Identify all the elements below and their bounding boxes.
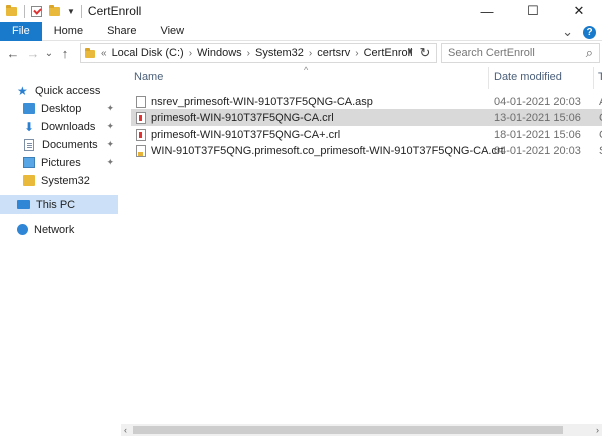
scroll-left-icon[interactable]: ‹ (124, 425, 127, 435)
customize-toolbar-icon[interactable]: ▼ (67, 7, 75, 16)
breadcrumb-local-disk[interactable]: Local Disk (C:) (112, 47, 184, 59)
address-bar[interactable]: « Local Disk (C:) › Windows › System32 ›… (80, 43, 437, 63)
sidebar-item-desktop[interactable]: Desktop ✦ (0, 99, 118, 118)
back-button[interactable]: ← (3, 43, 23, 63)
tab-view[interactable]: View (148, 22, 196, 41)
navigation-bar: ← → ⌄ ↑ « Local Disk (C:) › Windows › Sy… (0, 41, 602, 65)
chevron-right-icon: › (188, 47, 193, 59)
refresh-button[interactable]: ↻ (416, 44, 434, 62)
sidebar-item-label: Pictures (41, 156, 81, 169)
sidebar-item-system32[interactable]: System32 (0, 171, 118, 190)
tab-home[interactable]: Home (42, 22, 95, 41)
navigation-pane: ★ Quick access Desktop ✦ ⬇ Downloads ✦ D… (0, 67, 118, 436)
crl-file-icon (136, 128, 146, 141)
maximize-button[interactable]: ☐ (510, 0, 556, 22)
sidebar-item-quick-access[interactable]: ★ Quick access (0, 81, 118, 100)
new-folder-icon[interactable] (49, 4, 60, 16)
file-icon (136, 95, 146, 108)
window-controls: — ☐ ✕ (464, 0, 602, 22)
tab-share[interactable]: Share (95, 22, 148, 41)
pin-icon[interactable]: ✦ (106, 121, 114, 132)
file-name: primesoft-WIN-910T37F5QNG-CA+.crl (151, 128, 341, 141)
toolbar-divider (80, 4, 82, 18)
window-title: CertEnroll (87, 4, 142, 18)
minimize-button[interactable]: — (464, 0, 510, 22)
ribbon-actions: ⌄ ? (562, 24, 596, 40)
computer-icon (17, 200, 30, 209)
title-bar: ▼ CertEnroll — ☐ ✕ (0, 0, 602, 22)
file-name: nsrev_primesoft-WIN-910T37F5QNG-CA.asp (151, 95, 373, 108)
breadcrumb-windows[interactable]: Windows (197, 47, 242, 59)
tab-file[interactable]: File (0, 21, 42, 41)
sidebar-item-this-pc[interactable]: This PC (0, 195, 118, 214)
folder-icon (85, 48, 95, 58)
search-icon: ⌕ (585, 45, 593, 60)
documents-icon (24, 138, 34, 151)
sidebar-item-pictures[interactable]: Pictures ✦ (0, 153, 118, 172)
crl-file-icon (136, 111, 146, 124)
folder-icon (6, 4, 17, 16)
scrollbar-thumb[interactable] (133, 426, 563, 434)
chevron-right-icon: › (308, 47, 313, 59)
sidebar-item-network[interactable]: Network (0, 220, 118, 239)
file-date: 04-01-2021 20:03 (494, 144, 581, 157)
pin-icon[interactable]: ✦ (106, 157, 114, 168)
pictures-icon (23, 157, 35, 168)
horizontal-scrollbar[interactable]: ‹ › (121, 424, 602, 436)
file-row[interactable]: primesoft-WIN-910T37F5QNG-CA.crl 13-01-2… (131, 109, 602, 126)
sort-ascending-icon: ^ (304, 65, 309, 75)
ribbon-tabs: File Home Share View ⌄ ? (0, 21, 602, 41)
chevron-right-icon: › (355, 47, 359, 59)
sidebar-item-documents[interactable]: Documents ✦ (0, 135, 118, 154)
expand-ribbon-icon[interactable]: ⌄ (562, 24, 573, 40)
sidebar-item-label: System32 (41, 174, 90, 187)
certificate-file-icon (136, 144, 146, 157)
file-date: 18-01-2021 15:06 (494, 128, 581, 141)
properties-icon[interactable] (31, 5, 42, 17)
address-dropdown-icon[interactable]: ▼ (406, 47, 414, 56)
sidebar-item-label: Quick access (35, 84, 101, 97)
close-button[interactable]: ✕ (556, 0, 602, 22)
file-name: WIN-910T37F5QNG.primesoft.co_primesoft-W… (151, 144, 504, 157)
column-header-type[interactable]: T (598, 71, 602, 89)
pin-icon[interactable]: ✦ (106, 103, 114, 114)
recent-locations-button[interactable]: ⌄ (43, 43, 55, 63)
sidebar-item-label: This PC (36, 198, 76, 211)
breadcrumb-certsrv[interactable]: certsrv (317, 47, 350, 59)
desktop-icon (23, 103, 35, 114)
file-date: 04-01-2021 20:03 (494, 95, 581, 108)
search-placeholder: Search CertEnroll (448, 47, 535, 59)
file-row[interactable]: WIN-910T37F5QNG.primesoft.co_primesoft-W… (131, 142, 602, 159)
sidebar-item-label: Network (34, 223, 75, 236)
forward-button[interactable]: → (23, 43, 43, 63)
overflow-chevron-icon[interactable]: « (101, 48, 107, 59)
scroll-right-icon[interactable]: › (596, 425, 599, 435)
column-divider[interactable] (488, 67, 489, 89)
star-icon: ★ (17, 83, 28, 98)
up-button[interactable]: ↑ (55, 43, 75, 63)
quick-access-toolbar: ▼ (0, 0, 88, 22)
download-icon: ⬇ (23, 119, 35, 134)
chevron-right-icon: › (246, 47, 250, 59)
toolbar-divider (24, 4, 25, 18)
sidebar-item-label: Documents (42, 138, 98, 151)
column-header-row: ^ Name Date modified T (121, 65, 602, 89)
column-header-date[interactable]: Date modified (494, 71, 562, 89)
help-icon[interactable]: ? (583, 25, 596, 39)
sidebar-item-downloads[interactable]: ⬇ Downloads ✦ (0, 117, 118, 136)
file-date: 13-01-2021 15:06 (494, 111, 581, 124)
column-header-name[interactable]: Name (134, 71, 163, 89)
file-name: primesoft-WIN-910T37F5QNG-CA.crl (151, 111, 334, 124)
sidebar-item-label: Desktop (41, 102, 82, 115)
file-row[interactable]: primesoft-WIN-910T37F5QNG-CA+.crl 18-01-… (131, 126, 602, 143)
network-icon (17, 224, 28, 235)
folder-icon (23, 175, 35, 186)
search-input[interactable]: Search CertEnroll ⌕ (441, 43, 600, 63)
breadcrumb-system32[interactable]: System32 (255, 47, 304, 59)
sidebar-item-label: Downloads (41, 120, 96, 133)
file-list: ^ Name Date modified T nsrev_primesoft-W… (121, 65, 602, 423)
pin-icon[interactable]: ✦ (106, 139, 114, 150)
column-divider[interactable] (593, 67, 594, 89)
file-row[interactable]: nsrev_primesoft-WIN-910T37F5QNG-CA.asp 0… (131, 93, 602, 110)
